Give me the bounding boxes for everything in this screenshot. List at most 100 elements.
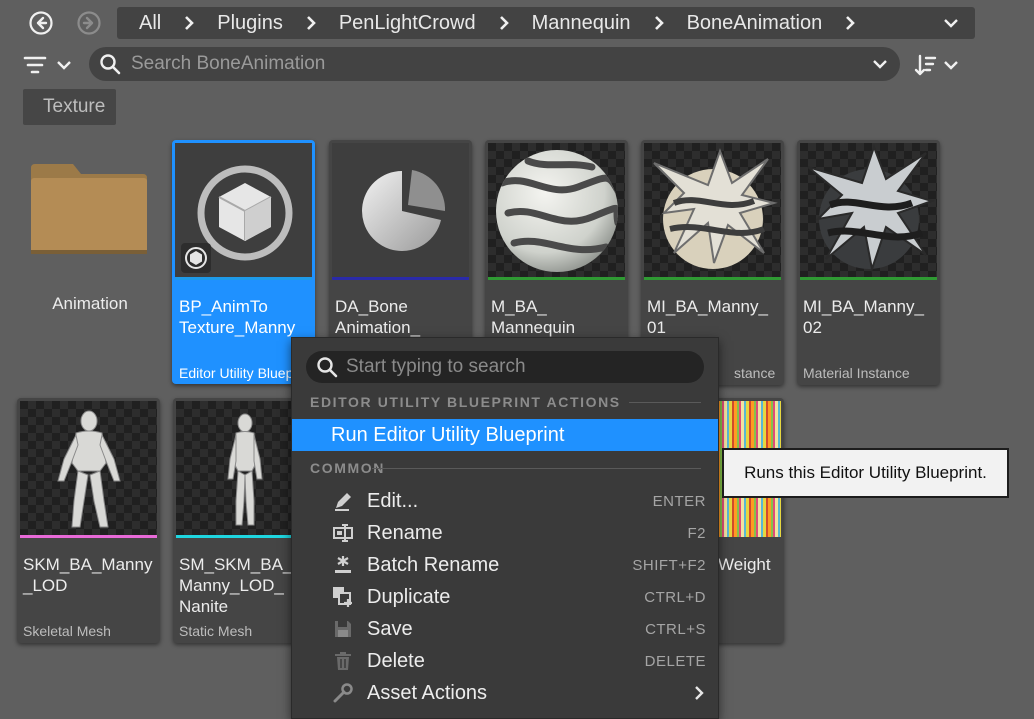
- duplicate-icon: [332, 586, 354, 608]
- search-icon: [317, 357, 338, 378]
- material-sphere-preview: [496, 150, 618, 272]
- back-button[interactable]: [27, 9, 55, 37]
- asset-name: Weight: [718, 555, 771, 574]
- menu-item-batch-rename[interactable]: Batch Rename SHIFT+F2: [292, 549, 718, 581]
- breadcrumb-item-plugins[interactable]: Plugins: [213, 12, 287, 35]
- section-divider: [629, 402, 701, 403]
- filter-button[interactable]: [22, 50, 76, 80]
- trash-icon: [332, 650, 354, 672]
- batch-rename-icon: [332, 554, 354, 576]
- sort-icon: [914, 54, 937, 76]
- editor-utility-blueprint-icon: [181, 165, 293, 273]
- rename-icon: [332, 522, 354, 544]
- menu-item-edit[interactable]: Edit... ENTER: [292, 485, 718, 517]
- menu-item-label: Run Editor Utility Blueprint: [331, 423, 565, 446]
- context-menu: EDITOR UTILITY BLUEPRINT ACTIONS Run Edi…: [291, 337, 719, 719]
- asset-type-color-bar: [20, 535, 157, 538]
- breadcrumb-item-penlightcrowd[interactable]: PenLightCrowd: [335, 12, 480, 35]
- asset-tile-animation-folder[interactable]: Animation: [20, 140, 163, 385]
- context-search-input[interactable]: [344, 355, 688, 379]
- chevron-right-icon[interactable]: [492, 11, 516, 35]
- breadcrumb-item-all[interactable]: All: [135, 12, 165, 35]
- chevron-right-icon[interactable]: [177, 11, 201, 35]
- tooltip-text: Runs this Editor Utility Blueprint.: [744, 463, 987, 482]
- asset-name: BP_AnimTo Texture_Manny: [179, 297, 296, 337]
- asset-name: DA_Bone Animation_: [335, 297, 421, 337]
- search-options-button[interactable]: [872, 56, 888, 74]
- pencil-icon: [332, 490, 354, 512]
- menu-item-duplicate[interactable]: Duplicate CTRL+D: [292, 581, 718, 613]
- breadcrumb: All Plugins PenLightCrowd Mannequin Bone…: [117, 7, 975, 39]
- asset-type: Material Instance: [803, 365, 910, 381]
- asset-name: MI_BA_Manny_ 01: [647, 297, 768, 337]
- asset-thumbnail: [644, 143, 781, 279]
- material-instance-preview: [653, 148, 778, 269]
- asset-name: SKM_BA_Manny _LOD: [23, 555, 153, 595]
- menu-item-rename[interactable]: Rename F2: [292, 517, 718, 549]
- data-asset-pie-icon: [362, 170, 446, 251]
- menu-item-label: Save: [367, 617, 413, 640]
- menu-item-shortcut: SHIFT+F2: [632, 556, 706, 574]
- asset-thumbnail: [20, 401, 157, 537]
- menu-item-shortcut: CTRL+S: [645, 620, 706, 638]
- asset-type: Skeletal Mesh: [23, 623, 111, 639]
- chevron-right-icon[interactable]: [299, 11, 323, 35]
- asset-name: MI_BA_Manny_ 02: [803, 297, 924, 337]
- menu-item-run-editor-utility-blueprint[interactable]: Run Editor Utility Blueprint: [292, 419, 718, 451]
- breadcrumb-item-boneanimation[interactable]: BoneAnimation: [683, 12, 827, 35]
- asset-thumbnail: [332, 143, 469, 279]
- menu-item-asset-actions[interactable]: Asset Actions: [292, 677, 718, 709]
- search-input[interactable]: [129, 52, 833, 76]
- menu-item-label: Duplicate: [367, 585, 451, 608]
- forward-arrow-icon: [77, 11, 101, 35]
- chevron-down-icon: [873, 60, 887, 69]
- chevron-right-icon[interactable]: [647, 11, 671, 35]
- menu-item-label: Delete: [367, 649, 425, 672]
- history-dropdown-button[interactable]: [939, 11, 963, 35]
- asset-type-color-bar: [488, 277, 625, 280]
- asset-type: Static Mesh: [179, 623, 253, 639]
- section-divider: [372, 468, 701, 469]
- search-icon: [100, 54, 121, 75]
- asset-type-color-bar: [332, 277, 469, 280]
- chevron-right-icon: [695, 686, 704, 700]
- menu-item-shortcut: DELETE: [644, 652, 706, 670]
- folder-icon: [31, 164, 147, 254]
- breadcrumb-item-mannequin[interactable]: Mannequin: [528, 12, 635, 35]
- asset-thumbnail: [175, 143, 312, 279]
- menu-item-label: Asset Actions: [367, 681, 488, 704]
- chevron-right-icon[interactable]: [838, 11, 862, 35]
- sort-button[interactable]: [913, 50, 963, 80]
- filter-chip-texture[interactable]: Texture: [23, 89, 116, 125]
- menu-item-label: Rename: [367, 521, 443, 544]
- menu-item-shortcut: ENTER: [652, 492, 706, 510]
- forward-button[interactable]: [75, 9, 103, 37]
- material-instance-preview: [807, 144, 936, 273]
- asset-type-color-bar: [175, 277, 312, 280]
- asset-thumbnail: [800, 143, 937, 279]
- context-menu-search[interactable]: [306, 351, 704, 383]
- menu-item-shortcut: F2: [687, 524, 706, 542]
- wrench-icon: [332, 682, 354, 704]
- search-bar[interactable]: [89, 47, 900, 81]
- chevron-down-icon: [944, 19, 958, 28]
- menu-item-shortcut: CTRL+D: [644, 588, 706, 606]
- filter-icon: [23, 56, 47, 74]
- menu-item-label: Batch Rename: [367, 553, 500, 576]
- asset-type: stance: [734, 365, 776, 381]
- asset-type-color-bar: [644, 277, 781, 280]
- asset-name: M_BA_ Mannequin: [491, 297, 576, 337]
- menu-item-save[interactable]: Save CTRL+S: [292, 613, 718, 645]
- asset-tile-skm-ba-manny-lod[interactable]: SKM_BA_Manny _LOD Skeletal Mesh: [17, 398, 160, 643]
- asset-thumbnail: [488, 143, 625, 279]
- asset-name: Animation: [52, 294, 128, 313]
- chevron-down-icon: [57, 61, 71, 70]
- asset-type-color-bar: [800, 277, 937, 280]
- section-header-editor-utility: EDITOR UTILITY BLUEPRINT ACTIONS: [310, 394, 621, 410]
- save-icon: [332, 618, 354, 640]
- asset-tile-mi-ba-manny-02[interactable]: MI_BA_Manny_ 02 Material Instance: [797, 140, 940, 385]
- menu-item-delete[interactable]: Delete DELETE: [292, 645, 718, 677]
- filter-chip-label: Texture: [43, 96, 106, 117]
- menu-item-label: Edit...: [367, 489, 419, 512]
- back-arrow-icon: [29, 11, 53, 35]
